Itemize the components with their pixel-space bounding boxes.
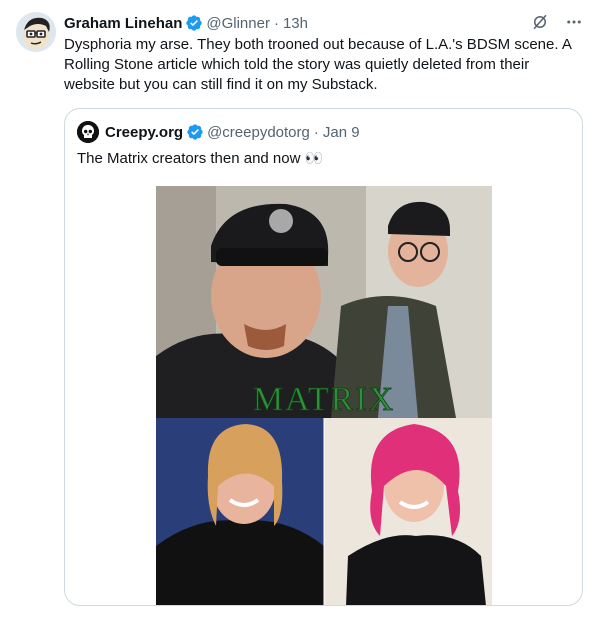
skull-avatar-icon[interactable]	[77, 121, 99, 143]
verified-badge-icon[interactable]	[186, 123, 204, 141]
quoted-text: The Matrix creators then and now 👀	[77, 150, 324, 167]
tweet-timestamp[interactable]: 13h	[283, 15, 308, 32]
verified-badge-icon[interactable]	[185, 14, 203, 32]
author-avatar[interactable]	[16, 12, 56, 52]
tweet[interactable]: Graham Linehan @Glinner · 13h Dysphoria …	[0, 0, 600, 620]
matrix-logo-text: MATRIX	[253, 381, 395, 418]
author-handle[interactable]: @Glinner	[206, 15, 270, 32]
quoted-author-name[interactable]: Creepy.org	[105, 124, 183, 141]
quoted-header: Creepy.org @creepydotorg · Jan 9	[65, 109, 582, 143]
more-icon[interactable]	[564, 12, 584, 32]
separator-dot: ·	[313, 123, 319, 141]
quoted-tweet[interactable]: Creepy.org @creepydotorg · Jan 9 The Mat…	[64, 108, 583, 606]
quoted-author-handle[interactable]: @creepydotorg	[207, 124, 310, 141]
tweet-actions	[530, 12, 584, 32]
author-name[interactable]: Graham Linehan	[64, 15, 182, 32]
quoted-timestamp[interactable]: Jan 9	[323, 124, 360, 141]
grok-icon[interactable]	[530, 12, 550, 32]
quoted-media-image[interactable]: MATRIX	[156, 186, 492, 605]
tweet-content: Graham Linehan @Glinner · 13h Dysphoria …	[64, 12, 584, 95]
tweet-text: Dysphoria my arse. They both trooned out…	[64, 36, 572, 93]
separator-dot: ·	[273, 14, 279, 32]
tweet-header: Graham Linehan @Glinner · 13h	[64, 12, 584, 34]
